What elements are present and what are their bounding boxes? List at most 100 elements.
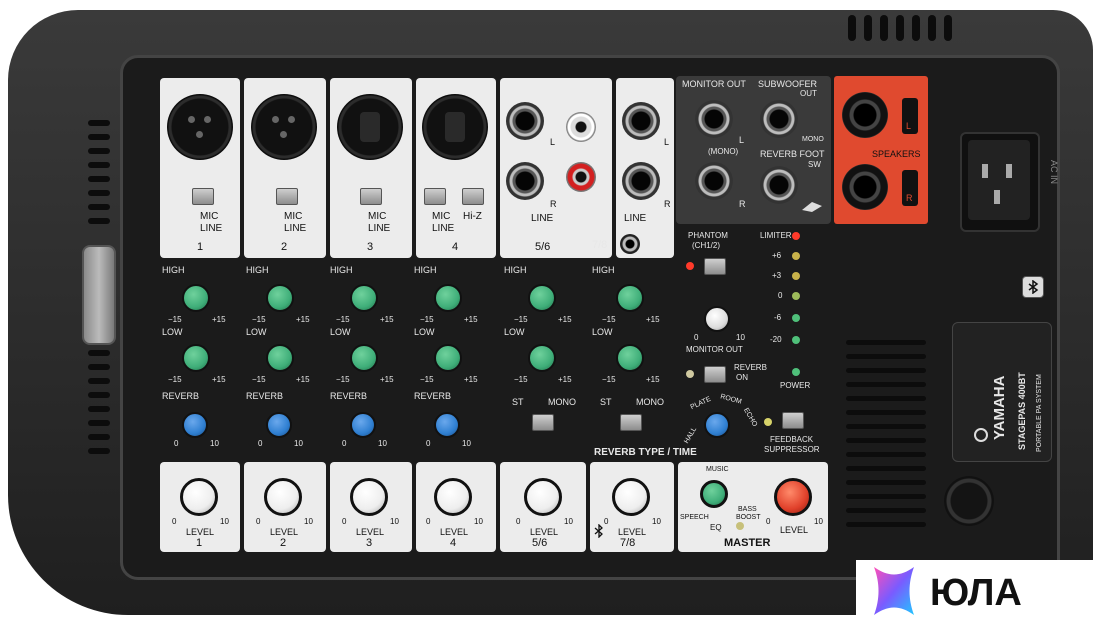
meter-level-0: 0 — [778, 291, 783, 300]
ch1-low-knob[interactable] — [182, 344, 210, 372]
ch3-mic-label: MIC — [368, 211, 387, 222]
master-level-min: 0 — [766, 517, 771, 526]
ch78-low-max: +15 — [646, 375, 660, 384]
monitor-out-jack-r[interactable] — [695, 162, 733, 200]
ch1-mic-line-switch[interactable] — [192, 188, 214, 205]
ch1-reverb-label: REVERB — [162, 391, 200, 401]
ch4-low-knob[interactable] — [434, 344, 462, 372]
ch78-mini-jack[interactable] — [620, 234, 640, 254]
reverb-type-knob[interactable] — [704, 412, 730, 438]
handle-latch[interactable] — [82, 245, 116, 345]
ch3-high-knob[interactable] — [350, 284, 378, 312]
speaker-jack-l[interactable] — [842, 92, 888, 138]
ch3-low-knob[interactable] — [350, 344, 378, 372]
ch6-rca-red[interactable] — [566, 162, 596, 192]
brand-model: STAGEPAS 400BT — [1017, 372, 1027, 450]
ch5-rca-white[interactable] — [566, 112, 596, 142]
ch56-level-knob[interactable] — [524, 478, 562, 516]
ch4-level-label: LEVEL — [440, 527, 469, 537]
bluetooth-icon — [594, 524, 603, 538]
limiter-led — [792, 232, 800, 240]
ch2-level-knob[interactable] — [264, 478, 302, 516]
ch2-reverb-knob[interactable] — [266, 412, 292, 438]
master-speech-label: SPEECH — [680, 514, 709, 521]
ch1-high-knob[interactable] — [182, 284, 210, 312]
meter-led-0 — [792, 292, 800, 300]
ch56-low-min: −15 — [514, 375, 528, 384]
ch78-st-mono-switch[interactable] — [620, 414, 642, 431]
subwoofer-out-jack[interactable] — [760, 100, 798, 138]
top-vent — [848, 15, 958, 41]
ch7-line-jack-l[interactable] — [622, 102, 660, 140]
ch1-level-knob[interactable] — [180, 478, 218, 516]
left-vent-bottom — [88, 350, 110, 470]
reverb-on-led — [686, 370, 694, 378]
ch78-r-label: R — [664, 199, 671, 209]
ch4-mic-line-switch[interactable] — [424, 188, 446, 205]
monitor-knob-min: 0 — [694, 333, 699, 342]
ch56-low-knob[interactable] — [528, 344, 556, 372]
master-eq-knob[interactable] — [700, 480, 728, 508]
ch3-mic-line-switch[interactable] — [360, 188, 382, 205]
ch2-mic-line-switch[interactable] — [276, 188, 298, 205]
reverb-foot-label: REVERB FOOT — [760, 149, 825, 159]
speakers-label: SPEAKERS — [872, 149, 921, 159]
ch78-high-knob[interactable] — [616, 284, 644, 312]
phantom-led — [686, 262, 694, 270]
master-eq-label: EQ — [710, 523, 722, 532]
brand-subtitle: PORTABLE PA SYSTEM — [1036, 374, 1043, 452]
power-led — [792, 368, 800, 376]
master-eq-led — [736, 522, 744, 530]
ac-inlet-pin-3 — [994, 190, 1000, 204]
ch3-low-max: +15 — [380, 375, 394, 384]
ch4-high-min: −15 — [420, 315, 434, 324]
ch1-level-label: LEVEL — [186, 527, 215, 537]
power-button[interactable] — [944, 476, 994, 526]
ch56-mono-label: MONO — [548, 397, 576, 407]
master-boost-label: BOOST — [736, 514, 761, 521]
ch2-high-knob[interactable] — [266, 284, 294, 312]
speaker-jack-r[interactable] — [842, 164, 888, 210]
ch5-line-jack-l[interactable] — [506, 102, 544, 140]
ch2-low-knob[interactable] — [266, 344, 294, 372]
ch4-hiz-switch[interactable] — [462, 188, 484, 205]
ch56-high-knob[interactable] — [528, 284, 556, 312]
ch4-high-knob[interactable] — [434, 284, 462, 312]
ch4-level-knob[interactable] — [434, 478, 472, 516]
ch78-st-label: ST — [600, 397, 612, 407]
master-level-knob[interactable] — [774, 478, 812, 516]
monitor-out-knob[interactable] — [704, 306, 730, 332]
ch1-low-label: LOW — [162, 327, 183, 337]
ch78-level-knob[interactable] — [612, 478, 650, 516]
subwoofer-label: SUBWOOFER — [758, 79, 818, 89]
ch1-reverb-knob[interactable] — [182, 412, 208, 438]
ch78-low-knob[interactable] — [616, 344, 644, 372]
ch4-high-max: +15 — [464, 315, 478, 324]
ch6-line-jack-r[interactable] — [506, 162, 544, 200]
reverb-foot-jack[interactable] — [760, 166, 798, 204]
ch2-level-max: 10 — [304, 517, 313, 526]
feedback-suppressor-button[interactable] — [782, 412, 804, 429]
reverb-on-button[interactable] — [704, 366, 726, 383]
watermark-text: ЮЛА — [930, 572, 1022, 614]
ch4-reverb-label: REVERB — [414, 391, 452, 401]
phantom-button[interactable] — [704, 258, 726, 275]
meter-led-plus3 — [792, 272, 800, 280]
ch3-high-label: HIGH — [330, 265, 353, 275]
ch4-low-max: +15 — [464, 375, 478, 384]
ch56-st-mono-switch[interactable] — [532, 414, 554, 431]
ch78-low-label: LOW — [592, 327, 613, 337]
ch56-level-max: 10 — [564, 517, 573, 526]
ch56-level-label: LEVEL — [530, 527, 559, 537]
ch78-high-max: +15 — [646, 315, 660, 324]
ch3-reverb-knob[interactable] — [350, 412, 376, 438]
ch78-high-label: HIGH — [592, 265, 615, 275]
ch4-reverb-knob[interactable] — [434, 412, 460, 438]
ch8-line-jack-r[interactable] — [622, 162, 660, 200]
ch1-level-number: 1 — [196, 537, 203, 549]
ch3-level-knob[interactable] — [350, 478, 388, 516]
monitor-out-jack-l[interactable] — [695, 100, 733, 138]
ch2-reverb-min: 0 — [258, 439, 263, 448]
subwoofer-out-label: OUT — [800, 89, 817, 98]
ch1-level-min: 0 — [172, 517, 177, 526]
